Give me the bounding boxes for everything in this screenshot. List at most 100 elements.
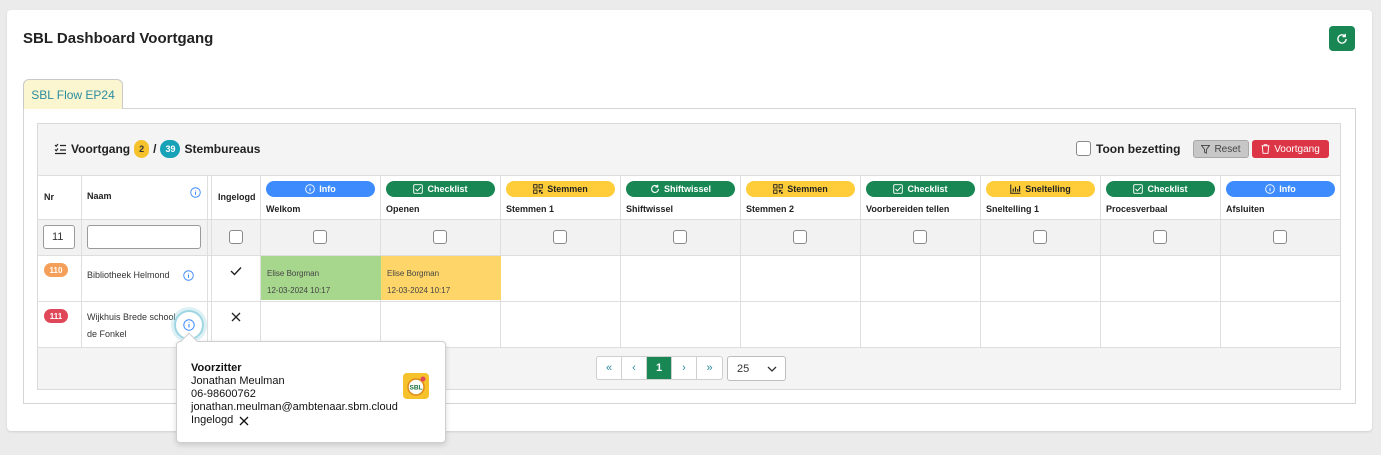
step-header-afsluiten: Afsluiten: [1226, 204, 1265, 214]
filter-step-checkbox[interactable]: [673, 230, 687, 244]
row-naam-line2: de Fonkel: [87, 329, 127, 339]
step-cell-time: 12-03-2024 10:17: [387, 286, 451, 295]
step-badge-label: Shiftwissel: [663, 184, 711, 194]
filter-icon: [1201, 144, 1211, 154]
toon-bezetting-checkbox[interactable]: [1076, 141, 1091, 156]
filter-step-checkbox[interactable]: [553, 230, 567, 244]
reset-button[interactable]: Reset: [1193, 140, 1249, 158]
col-header-nr: Nr: [44, 192, 55, 202]
table-row-divider: [38, 219, 1340, 220]
refresh-icon: [650, 184, 660, 194]
popover-name: Jonathan Meulman: [191, 375, 285, 387]
page-last-button[interactable]: »: [697, 357, 722, 379]
count-separator: /: [153, 142, 157, 156]
filter-naam-input[interactable]: [87, 225, 201, 249]
step-cell-user: Elise Borgman: [387, 269, 440, 278]
sbl-logo-text: SBL: [410, 385, 423, 392]
list-check-icon: [54, 143, 66, 155]
page-size-select[interactable]: 25: [727, 356, 786, 381]
page-first-button[interactable]: «: [597, 357, 622, 379]
pagination: « ‹ 1 › »: [596, 356, 723, 380]
naam-info-icon[interactable]: [190, 185, 201, 203]
page-prev-button[interactable]: ‹: [622, 357, 647, 379]
popover-role: Voorzitter: [191, 362, 242, 374]
table-row-divider: [38, 301, 1340, 302]
table-col-divider: [1220, 175, 1221, 347]
step-header-sneltelling-1: Sneltelling 1: [986, 204, 1040, 214]
filter-step-checkbox[interactable]: [313, 230, 327, 244]
table-col-divider: [211, 175, 212, 347]
checklist-icon: [893, 184, 904, 194]
step-cell-welkom[interactable]: Elise Borgman 12-03-2024 10:17: [261, 256, 381, 300]
step-badge-info: Info: [266, 181, 375, 197]
info-icon: [305, 184, 316, 194]
voortgang-label: Voortgang: [71, 142, 131, 156]
stembureaus-label: Stembureaus: [184, 142, 261, 156]
page-current-button[interactable]: 1: [647, 357, 672, 379]
step-cell-time: 12-03-2024 10:17: [267, 286, 331, 295]
page-next-button[interactable]: ›: [672, 357, 697, 379]
checklist-icon: [1133, 184, 1144, 194]
step-badge-shiftwissel: Shiftwissel: [626, 181, 735, 197]
total-count-badge: 39: [160, 140, 181, 158]
table-col-divider: [980, 175, 981, 347]
table-col-divider: [207, 175, 208, 347]
step-badge-checklist: Checklist: [866, 181, 975, 197]
table-col-divider: [860, 175, 861, 347]
toon-bezetting-label: Toon bezetting: [1096, 141, 1181, 156]
refresh-button[interactable]: [1329, 26, 1355, 51]
table-col-divider: [740, 175, 741, 347]
step-badge-label: Sneltelling: [1025, 184, 1071, 194]
row-nr-badge: 110: [44, 263, 68, 277]
row-info-icon[interactable]: [183, 268, 194, 286]
table-row-divider: [38, 255, 1340, 256]
ingelogd-cross-icon: [231, 309, 241, 327]
voortgang-button-label: Voortgang: [1274, 143, 1320, 155]
checklist-icon: [413, 184, 424, 194]
row-naam: Bibliotheek Helmond: [87, 270, 170, 280]
filter-step-checkbox[interactable]: [1273, 230, 1287, 244]
ingelogd-check-icon: [230, 263, 242, 281]
bar-chart-icon: [1010, 184, 1021, 194]
qr-icon: [533, 184, 544, 194]
step-badge-label: Checklist: [907, 184, 948, 194]
filter-step-checkbox[interactable]: [433, 230, 447, 244]
refresh-icon: [1337, 33, 1347, 44]
step-badge-label: Checklist: [427, 184, 468, 194]
filter-ingelogd-checkbox[interactable]: [229, 230, 243, 244]
page-size-value: 25: [737, 362, 750, 375]
step-header-welkom: Welkom: [266, 204, 301, 214]
voortgang-delete-button[interactable]: Voortgang: [1252, 140, 1329, 158]
chevron-down-icon: [767, 366, 777, 372]
col-header-ingelogd: Ingelogd: [218, 192, 256, 202]
step-badge-label: Info: [1279, 184, 1296, 194]
page-title: SBL Dashboard Voortgang: [23, 30, 214, 47]
filter-step-checkbox[interactable]: [793, 230, 807, 244]
filter-nr-input[interactable]: 11: [43, 225, 75, 249]
step-badge-stemmen: Stemmen: [746, 181, 855, 197]
filter-step-checkbox[interactable]: [1033, 230, 1047, 244]
info-icon: [1265, 184, 1276, 194]
step-badge-label: Info: [319, 184, 336, 194]
table-col-divider: [1100, 175, 1101, 347]
toon-bezetting-toggle[interactable]: Toon bezetting: [1076, 141, 1180, 156]
step-badge-info: Info: [1226, 181, 1335, 197]
table-col-divider: [81, 175, 82, 347]
popover-email: jonathan.meulman@ambtenaar.sbm.cloud: [191, 401, 398, 413]
col-header-naam: Naam: [87, 191, 112, 201]
trash-icon: [1261, 144, 1270, 154]
sbl-logo: SBL: [403, 373, 429, 399]
step-badge-checklist: Checklist: [386, 181, 495, 197]
row-naam-line1: Wijkhuis Brede school: [87, 312, 176, 322]
row-nr-badge: 111: [44, 309, 68, 323]
filter-step-checkbox[interactable]: [913, 230, 927, 244]
voortgang-summary: Voortgang 2 / 39 Stembureaus: [54, 140, 260, 158]
step-header-voorbereiden-tellen: Voorbereiden tellen: [866, 204, 950, 214]
popover-status: Ingelogd: [191, 414, 431, 427]
step-badge-label: Stemmen: [547, 184, 588, 194]
step-cell-openen[interactable]: Elise Borgman 12-03-2024 10:17: [381, 256, 501, 300]
tab-sbl-flow[interactable]: SBL Flow EP24: [23, 79, 123, 109]
filter-step-checkbox[interactable]: [1153, 230, 1167, 244]
step-badge-sneltelling: Sneltelling: [986, 181, 1095, 197]
table-col-divider: [620, 175, 621, 347]
